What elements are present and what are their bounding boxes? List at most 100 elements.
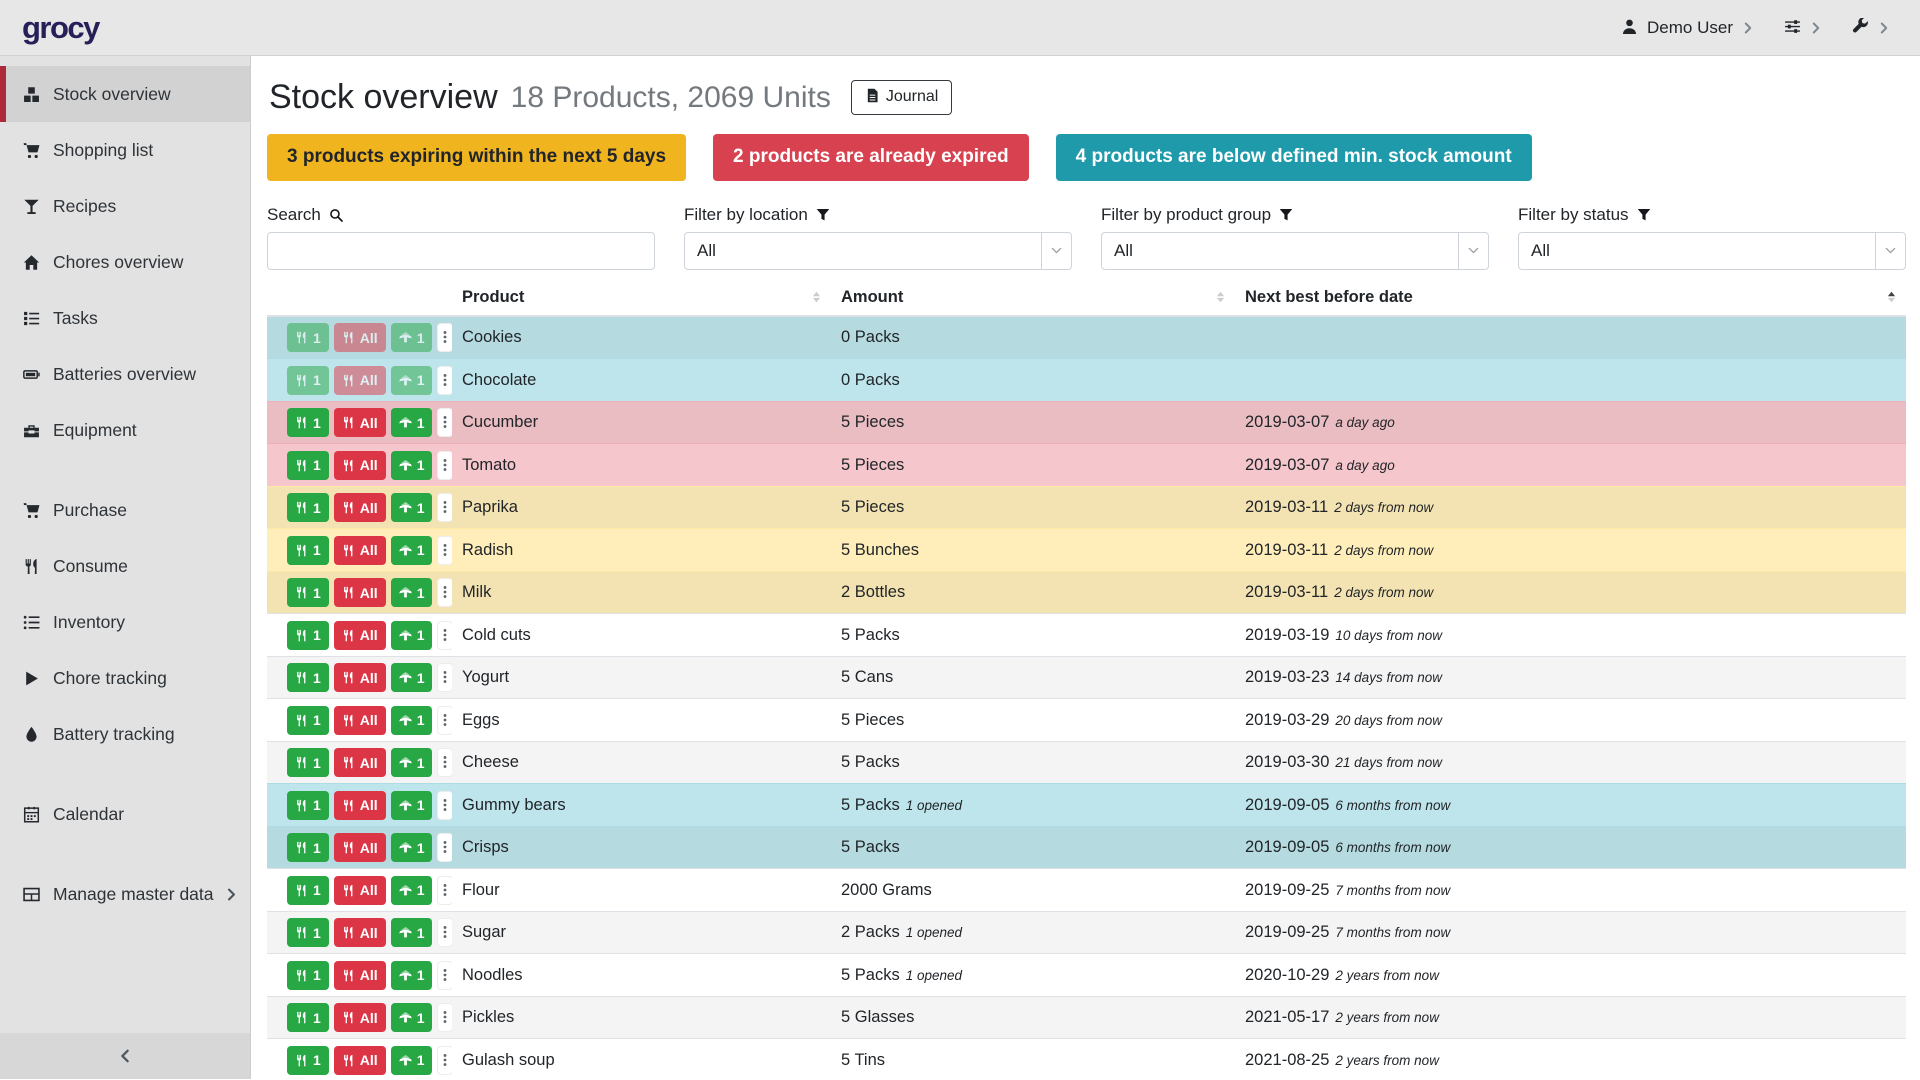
consume-one-button[interactable]: 1 bbox=[287, 451, 329, 480]
row-menu-button[interactable] bbox=[437, 451, 452, 480]
open-one-button[interactable]: 1 bbox=[391, 366, 433, 395]
sidebar-item-equipment[interactable]: Equipment bbox=[0, 402, 250, 458]
consume-all-button[interactable]: All bbox=[334, 451, 386, 480]
open-one-button[interactable]: 1 bbox=[391, 1003, 433, 1032]
amount-column-header[interactable]: Amount bbox=[831, 286, 1235, 316]
open-one-button[interactable]: 1 bbox=[391, 961, 433, 990]
open-one-button[interactable]: 1 bbox=[391, 621, 433, 650]
sidebar-item-purchase[interactable]: Purchase bbox=[0, 482, 250, 538]
consume-all-button[interactable]: All bbox=[334, 408, 386, 437]
consume-one-button[interactable]: 1 bbox=[287, 408, 329, 437]
product-group-filter-select[interactable]: All bbox=[1101, 232, 1489, 270]
row-menu-button[interactable] bbox=[437, 663, 452, 692]
consume-all-button[interactable]: All bbox=[334, 876, 386, 905]
consume-all-button[interactable]: All bbox=[334, 1046, 386, 1075]
consume-one-button[interactable]: 1 bbox=[287, 1003, 329, 1032]
sidebar-item-battery-tracking[interactable]: Battery tracking bbox=[0, 706, 250, 762]
consume-one-button[interactable]: 1 bbox=[287, 366, 329, 395]
consume-one-button[interactable]: 1 bbox=[287, 663, 329, 692]
consume-one-button[interactable]: 1 bbox=[287, 833, 329, 862]
location-filter-select[interactable]: All bbox=[684, 232, 1072, 270]
consume-all-button[interactable]: All bbox=[334, 536, 386, 565]
status-filter-select[interactable]: All bbox=[1518, 232, 1906, 270]
sidebar-item-consume[interactable]: Consume bbox=[0, 538, 250, 594]
open-one-button[interactable]: 1 bbox=[391, 451, 433, 480]
sidebar-item-stock-overview[interactable]: Stock overview bbox=[0, 66, 250, 122]
consume-one-button[interactable]: 1 bbox=[287, 791, 329, 820]
open-one-button[interactable]: 1 bbox=[391, 323, 433, 352]
search-input[interactable] bbox=[267, 232, 655, 270]
row-menu-button[interactable] bbox=[437, 791, 452, 820]
consume-all-button[interactable]: All bbox=[334, 323, 386, 352]
open-one-button[interactable]: 1 bbox=[391, 1046, 433, 1075]
row-menu-button[interactable] bbox=[437, 366, 452, 395]
product-column-header[interactable]: Product bbox=[452, 286, 831, 316]
consume-all-button[interactable]: All bbox=[334, 578, 386, 607]
row-menu-button[interactable] bbox=[437, 961, 452, 990]
open-one-button[interactable]: 1 bbox=[391, 918, 433, 947]
consume-all-button[interactable]: All bbox=[334, 748, 386, 777]
row-menu-button[interactable] bbox=[437, 323, 452, 352]
consume-one-button[interactable]: 1 bbox=[287, 1046, 329, 1075]
consume-one-button[interactable]: 1 bbox=[287, 536, 329, 565]
consume-all-button[interactable]: All bbox=[334, 366, 386, 395]
consume-one-button[interactable]: 1 bbox=[287, 918, 329, 947]
consume-one-button[interactable]: 1 bbox=[287, 961, 329, 990]
consume-all-button[interactable]: All bbox=[334, 663, 386, 692]
consume-one-button[interactable]: 1 bbox=[287, 621, 329, 650]
consume-all-button[interactable]: All bbox=[334, 706, 386, 735]
open-one-button[interactable]: 1 bbox=[391, 578, 433, 607]
consume-one-button[interactable]: 1 bbox=[287, 876, 329, 905]
open-one-button[interactable]: 1 bbox=[391, 748, 433, 777]
row-menu-button[interactable] bbox=[437, 833, 452, 862]
open-one-button[interactable]: 1 bbox=[391, 791, 433, 820]
row-menu-button[interactable] bbox=[437, 536, 452, 565]
open-one-button[interactable]: 1 bbox=[391, 663, 433, 692]
sidebar-item-chores-overview[interactable]: Chores overview bbox=[0, 234, 250, 290]
row-menu-button[interactable] bbox=[437, 706, 452, 735]
sidebar-item-batteries-overview[interactable]: Batteries overview bbox=[0, 346, 250, 402]
row-menu-button[interactable] bbox=[437, 493, 452, 522]
open-one-button[interactable]: 1 bbox=[391, 493, 433, 522]
consume-all-button[interactable]: All bbox=[334, 791, 386, 820]
open-one-button[interactable]: 1 bbox=[391, 833, 433, 862]
row-menu-button[interactable] bbox=[437, 918, 452, 947]
row-menu-button[interactable] bbox=[437, 748, 452, 777]
consume-one-button[interactable]: 1 bbox=[287, 748, 329, 777]
sidebar-item-recipes[interactable]: Recipes bbox=[0, 178, 250, 234]
best-before-column-header[interactable]: Next best before date bbox=[1235, 286, 1906, 316]
consume-one-button[interactable]: 1 bbox=[287, 578, 329, 607]
consume-all-button[interactable]: All bbox=[334, 918, 386, 947]
alert-badge[interactable]: 3 products expiring within the next 5 da… bbox=[267, 134, 686, 181]
user-menu[interactable]: Demo User bbox=[1621, 18, 1754, 38]
consume-all-button[interactable]: All bbox=[334, 621, 386, 650]
row-menu-button[interactable] bbox=[437, 1003, 452, 1032]
consume-one-button[interactable]: 1 bbox=[287, 323, 329, 352]
consume-all-button[interactable]: All bbox=[334, 833, 386, 862]
sidebar-item-manage-master-data[interactable]: Manage master data bbox=[0, 866, 250, 922]
consume-all-button[interactable]: All bbox=[334, 961, 386, 990]
sidebar-item-tasks[interactable]: Tasks bbox=[0, 290, 250, 346]
open-one-button[interactable]: 1 bbox=[391, 706, 433, 735]
alert-badge[interactable]: 4 products are below defined min. stock … bbox=[1056, 134, 1532, 181]
app-logo[interactable]: grocy bbox=[22, 12, 99, 43]
row-menu-button[interactable] bbox=[437, 1046, 452, 1075]
sidebar-item-inventory[interactable]: Inventory bbox=[0, 594, 250, 650]
settings-menu[interactable] bbox=[1784, 18, 1822, 38]
journal-button[interactable]: Journal bbox=[851, 80, 952, 114]
consume-all-button[interactable]: All bbox=[334, 1003, 386, 1032]
open-one-button[interactable]: 1 bbox=[391, 876, 433, 905]
alert-badge[interactable]: 2 products are already expired bbox=[713, 134, 1029, 181]
admin-menu[interactable] bbox=[1852, 18, 1890, 38]
open-one-button[interactable]: 1 bbox=[391, 408, 433, 437]
consume-one-button[interactable]: 1 bbox=[287, 493, 329, 522]
sidebar-item-shopping-list[interactable]: Shopping list bbox=[0, 122, 250, 178]
sidebar-item-calendar[interactable]: Calendar bbox=[0, 786, 250, 842]
row-menu-button[interactable] bbox=[437, 876, 452, 905]
sidebar-collapse-button[interactable] bbox=[0, 1033, 250, 1079]
row-menu-button[interactable] bbox=[437, 408, 452, 437]
sidebar-item-chore-tracking[interactable]: Chore tracking bbox=[0, 650, 250, 706]
consume-one-button[interactable]: 1 bbox=[287, 706, 329, 735]
consume-all-button[interactable]: All bbox=[334, 493, 386, 522]
open-one-button[interactable]: 1 bbox=[391, 536, 433, 565]
